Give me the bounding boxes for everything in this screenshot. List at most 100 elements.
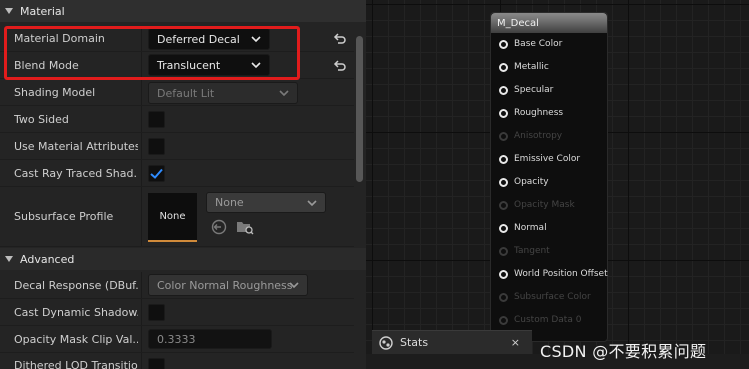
stats-icon: [379, 335, 393, 350]
use-selected-asset-icon[interactable]: [211, 219, 227, 235]
details-panel: Material Material Domain Deferred Decal …: [0, 0, 366, 369]
row-cast-dynamic-shadow: Cast Dynamic Shadow...: [0, 299, 354, 326]
material-domain-value: Deferred Decal: [157, 32, 240, 46]
pin-label: Tangent: [514, 246, 550, 256]
row-material-domain: Material Domain Deferred Decal: [0, 26, 354, 52]
section-advanced-label: Advanced: [20, 252, 75, 266]
node-title: M_Decal: [491, 13, 607, 33]
subsurface-profile-combo[interactable]: None: [206, 192, 326, 213]
dithered-lod-checkbox[interactable]: [148, 358, 165, 369]
pin-connector-icon[interactable]: [499, 292, 508, 302]
pin-connector-icon[interactable]: [499, 177, 508, 187]
column-divider[interactable]: [141, 326, 142, 352]
material-domain-combo[interactable]: Deferred Decal: [148, 28, 270, 50]
column-divider[interactable]: [141, 106, 142, 132]
cast-ray-traced-shadows-checkbox[interactable]: [148, 165, 165, 182]
node-pin[interactable]: Custom Data 0: [499, 315, 581, 325]
use-material-attributes-checkbox[interactable]: [148, 138, 165, 155]
row-cast-ray-traced-shadows: Cast Ray Traced Shad...: [0, 160, 354, 187]
material-output-node[interactable]: M_Decal Base Color Metallic Specular Roughn…: [490, 12, 608, 342]
column-divider[interactable]: [141, 79, 142, 105]
decal-response-combo[interactable]: Color Normal Roughness: [148, 274, 308, 296]
two-sided-checkbox[interactable]: [148, 111, 165, 128]
pin-label: World Position Offset: [514, 269, 608, 279]
opacity-mask-clip-field[interactable]: 0.3333: [148, 329, 272, 349]
cast-dynamic-shadow-checkbox[interactable]: [148, 304, 165, 321]
section-material[interactable]: Material: [0, 0, 366, 22]
column-divider[interactable]: [141, 160, 142, 186]
opacity-mask-clip-label: Opacity Mask Clip Val...: [14, 332, 138, 346]
chevron-down-icon: [279, 90, 289, 97]
pin-label: Metallic: [514, 62, 549, 72]
pin-label: Specular: [514, 85, 554, 95]
pin-connector-icon[interactable]: [499, 39, 508, 49]
node-pin[interactable]: Tangent: [499, 246, 550, 256]
details-scrollbar[interactable]: [356, 36, 363, 182]
close-icon[interactable]: ×: [511, 336, 520, 349]
cast-ray-traced-shadows-label: Cast Ray Traced Shad...: [14, 166, 138, 180]
pin-connector-icon[interactable]: [499, 200, 508, 210]
node-pin[interactable]: Metallic: [499, 62, 549, 72]
pin-label: Subsurface Color: [514, 292, 591, 302]
row-dithered-lod: Dithered LOD Transition: [0, 353, 354, 369]
pin-connector-icon[interactable]: [499, 246, 508, 256]
row-decal-response: Decal Response (DBuf... Color Normal Rou…: [0, 272, 354, 299]
decal-response-value: Color Normal Roughness: [157, 278, 293, 292]
row-blend-mode: Blend Mode Translucent: [0, 52, 354, 79]
material-graph-canvas[interactable]: M_Decal Base Color Metallic Specular Roughn…: [366, 0, 749, 369]
subsurface-profile-value: None: [215, 196, 244, 209]
pin-label: Normal: [514, 223, 547, 233]
section-advanced[interactable]: Advanced: [0, 248, 366, 270]
column-divider[interactable]: [141, 52, 142, 78]
node-pin[interactable]: Anisotropy: [499, 131, 562, 141]
node-pin[interactable]: Base Color: [499, 39, 562, 49]
pin-connector-icon[interactable]: [499, 223, 508, 233]
subsurface-profile-thumbnail[interactable]: None: [148, 193, 197, 242]
pin-connector-icon[interactable]: [499, 315, 508, 325]
column-divider[interactable]: [141, 26, 142, 51]
browse-asset-icon[interactable]: [236, 219, 254, 235]
row-two-sided: Two Sided: [0, 106, 354, 133]
pin-label: Emissive Color: [514, 154, 581, 164]
pin-connector-icon[interactable]: [499, 154, 508, 164]
blend-mode-label: Blend Mode: [14, 58, 79, 72]
reset-to-default-icon[interactable]: [333, 32, 347, 46]
node-pin[interactable]: World Position Offset: [499, 269, 608, 279]
column-divider[interactable]: [141, 299, 142, 325]
cast-dynamic-shadow-label: Cast Dynamic Shadow...: [14, 305, 138, 319]
decal-response-label: Decal Response (DBuf...: [14, 278, 138, 292]
pin-label: Anisotropy: [514, 131, 563, 141]
two-sided-label: Two Sided: [14, 112, 69, 126]
blend-mode-combo[interactable]: Translucent: [148, 54, 270, 76]
chevron-down-icon: [251, 62, 261, 69]
checkmark-icon: [150, 168, 163, 179]
pin-connector-icon[interactable]: [499, 85, 508, 95]
node-pin[interactable]: Opacity Mask: [499, 200, 575, 210]
pin-connector-icon[interactable]: [499, 131, 508, 141]
pin-label: Opacity Mask: [514, 200, 575, 210]
pin-connector-icon[interactable]: [499, 269, 508, 279]
reset-to-default-icon[interactable]: [333, 59, 347, 73]
node-pin[interactable]: Emissive Color: [499, 154, 580, 164]
column-divider[interactable]: [141, 133, 142, 159]
column-divider[interactable]: [141, 187, 142, 246]
watermark-text: CSDN @不要积累问题: [540, 342, 707, 361]
blend-mode-value: Translucent: [157, 58, 221, 72]
shading-model-combo[interactable]: Default Lit: [148, 82, 298, 104]
pin-label: Custom Data 0: [514, 315, 582, 325]
dithered-lod-label: Dithered LOD Transition: [14, 358, 138, 369]
row-use-material-attributes: Use Material Attributes: [0, 133, 354, 160]
node-pin[interactable]: Specular: [499, 85, 553, 95]
node-pin[interactable]: Roughness: [499, 108, 563, 118]
pin-connector-icon[interactable]: [499, 62, 508, 72]
row-opacity-mask-clip: Opacity Mask Clip Val... 0.3333: [0, 326, 354, 353]
row-shading-model: Shading Model Default Lit: [0, 79, 354, 106]
column-divider[interactable]: [141, 272, 142, 298]
node-pin[interactable]: Subsurface Color: [499, 292, 591, 302]
column-divider[interactable]: [141, 353, 142, 369]
thumbnail-label: None: [159, 211, 186, 222]
stats-tab[interactable]: Stats ×: [372, 330, 532, 354]
node-pin[interactable]: Opacity: [499, 177, 549, 187]
pin-connector-icon[interactable]: [499, 108, 508, 118]
node-pin[interactable]: Normal: [499, 223, 547, 233]
